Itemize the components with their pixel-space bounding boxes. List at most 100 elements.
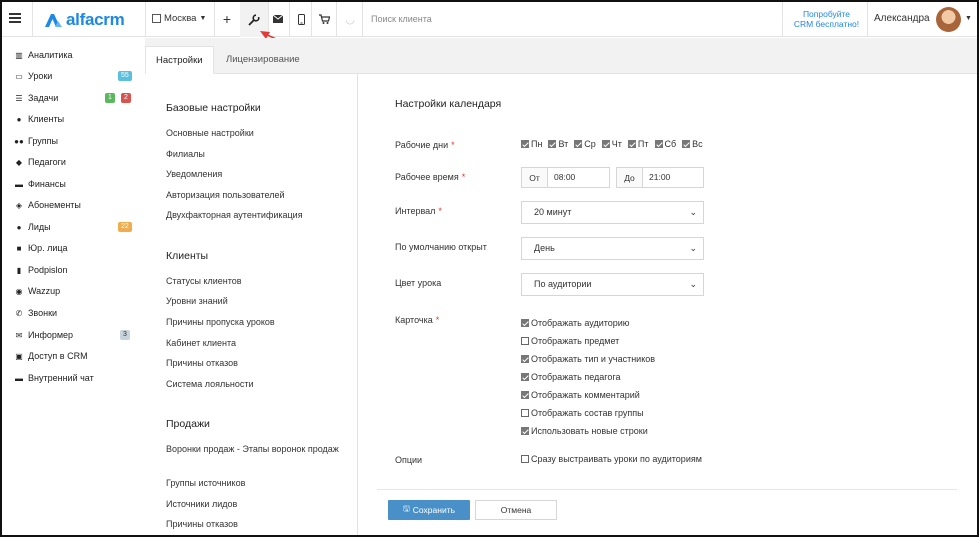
interval-select[interactable]: 20 минут ⌄: [521, 201, 704, 224]
weekday-checkbox[interactable]: Вс: [682, 139, 703, 149]
sidebar-item-groups[interactable]: ●● Группы: [14, 132, 136, 150]
card-option-checkbox[interactable]: Отображать педагога: [521, 368, 655, 386]
sidebar-item-leads[interactable]: ● Лиды 22: [14, 218, 136, 236]
checkbox-checked-icon[interactable]: [521, 140, 529, 148]
sidebar-item-teachers[interactable]: ◆ Педагоги: [14, 153, 136, 171]
settings-link[interactable]: Система лояльности: [166, 378, 341, 390]
avatar[interactable]: [936, 7, 961, 32]
building-icon: [152, 14, 161, 23]
to-value[interactable]: 21:00: [643, 168, 670, 187]
user-icon: ●: [16, 114, 22, 124]
sidebar-item-informer[interactable]: ✉ Информер 3: [14, 326, 136, 344]
sidebar-item-finance[interactable]: ▬ Финансы: [14, 175, 136, 193]
cancel-button[interactable]: Отмена: [475, 500, 557, 520]
settings-link[interactable]: Филиалы: [166, 148, 341, 160]
caret-down-icon: ▼: [199, 15, 207, 22]
cart-icon[interactable]: [317, 12, 331, 26]
tab-licensing[interactable]: Лицензирование: [216, 46, 310, 74]
settings-link[interactable]: Основные настройки: [166, 127, 341, 139]
search-input[interactable]: Поиск клиента: [371, 14, 432, 24]
checkbox-checked-icon[interactable]: [521, 355, 529, 363]
auto-arrange-checkbox[interactable]: Сразу выстраивать уроки по аудиториям: [521, 454, 702, 464]
divider: [362, 2, 363, 37]
sidebar-item-clients[interactable]: ● Клиенты: [14, 110, 136, 128]
sidebar-item-legal-entities[interactable]: ■ Юр. лица: [14, 239, 136, 257]
workdays-label: Рабочие дни *: [395, 140, 455, 150]
card-option-checkbox[interactable]: Отображать комментарий: [521, 386, 655, 404]
checkbox-checked-icon[interactable]: [521, 373, 529, 381]
menu-icon[interactable]: [9, 13, 21, 23]
sidebar-item-tasks[interactable]: ☰ Задачи 1 2: [14, 89, 136, 107]
count-badge: 55: [118, 71, 132, 81]
default-open-select[interactable]: День ⌄: [521, 237, 704, 260]
checkbox-checked-icon[interactable]: [548, 140, 557, 148]
checkbox-checked-icon[interactable]: [521, 427, 529, 435]
card-option-checkbox[interactable]: Отображать предмет: [521, 332, 655, 350]
settings-link[interactable]: Уровни знаний: [166, 295, 341, 307]
sidebar-item-wazzup[interactable]: ◉ Wazzup: [14, 282, 136, 300]
card-option-checkbox[interactable]: Использовать новые строки: [521, 422, 655, 440]
settings-link[interactable]: Источники лидов: [166, 498, 341, 510]
caret-down-icon[interactable]: ▼: [965, 15, 972, 22]
settings-link[interactable]: Статусы клиентов: [166, 275, 341, 287]
settings-link[interactable]: Кабинет клиента: [166, 337, 341, 349]
lesson-color-select[interactable]: По аудитории ⌄: [521, 273, 704, 296]
checkbox-unchecked-icon[interactable]: [521, 455, 529, 463]
count-badge: 1: [105, 93, 115, 103]
weekday-label: Чт: [611, 139, 622, 149]
settings-link[interactable]: Двухфакторная аутентификация: [166, 209, 341, 221]
weekday-checkbox[interactable]: Вт: [548, 139, 568, 149]
trial-link[interactable]: Попробуйте CRM бесплатно!: [789, 9, 864, 29]
settings-link[interactable]: Причины пропуска уроков: [166, 316, 341, 328]
calendar-icon: ▭: [15, 71, 23, 81]
checkbox-checked-icon[interactable]: [654, 140, 663, 148]
card-option-checkbox[interactable]: Отображать аудиторию: [521, 314, 655, 332]
checkbox-unchecked-icon[interactable]: [521, 409, 529, 417]
checkbox-checked-icon[interactable]: [521, 319, 529, 327]
lock-icon: ▣: [15, 351, 23, 361]
settings-link[interactable]: Воронки продаж - Этапы воронок продаж: [166, 443, 341, 455]
option-label: Отображать тип и участников: [531, 354, 656, 364]
weekday-label: Вт: [558, 139, 569, 149]
settings-link[interactable]: Причины отказов: [166, 518, 341, 530]
weekday-checkbox[interactable]: Пн: [521, 139, 542, 149]
settings-link[interactable]: Уведомления: [166, 168, 341, 180]
sidebar-item-calls[interactable]: ✆ Звонки: [14, 304, 136, 322]
sidebar-item-analytics[interactable]: ▥ Аналитика: [14, 46, 136, 64]
tab-settings[interactable]: Настройки: [145, 46, 214, 74]
sidebar-item-label: Юр. лица: [28, 243, 68, 253]
save-button[interactable]: 🖫 Сохранить: [388, 500, 470, 520]
checkbox-checked-icon[interactable]: [627, 140, 636, 148]
checkbox-checked-icon[interactable]: [574, 140, 583, 148]
sidebar-item-subscriptions[interactable]: ◈ Абонементы: [14, 196, 136, 214]
checkbox-unchecked-icon[interactable]: [521, 337, 529, 345]
calendar-settings-panel: Настройки календаря Рабочие дни * Пн Вт С…: [359, 74, 977, 535]
mobile-icon[interactable]: [294, 12, 308, 26]
chat-icon: ▬: [15, 373, 23, 383]
weekday-checkbox[interactable]: Ср: [574, 139, 596, 149]
sidebar-item-lessons[interactable]: ▭ Уроки 55: [14, 67, 136, 85]
count-badge: 3: [120, 330, 130, 340]
checkbox-checked-icon[interactable]: [521, 391, 529, 399]
from-value[interactable]: 08:00: [548, 168, 575, 187]
time-to-field[interactable]: До 21:00: [616, 167, 704, 188]
sidebar-item-internal-chat[interactable]: ▬ Внутренний чат: [14, 369, 136, 387]
settings-link[interactable]: Группы источников: [166, 477, 341, 489]
logo[interactable]: alfacrm: [43, 10, 125, 30]
settings-link[interactable]: Причины отказов: [166, 357, 341, 369]
envelope-icon[interactable]: [271, 12, 285, 26]
settings-link[interactable]: Авторизация пользователей: [166, 189, 341, 201]
sidebar-item-crm-access[interactable]: ▣ Доступ в CRM: [14, 347, 136, 365]
checkbox-checked-icon[interactable]: [601, 140, 610, 148]
user-name[interactable]: Александра: [874, 13, 930, 24]
card-option-checkbox[interactable]: Отображать состав группы: [521, 404, 655, 422]
checkbox-checked-icon[interactable]: [682, 140, 691, 148]
weekday-checkbox[interactable]: Пт: [627, 139, 649, 149]
weekday-checkbox[interactable]: Сб: [654, 139, 676, 149]
sidebar-item-podpislon[interactable]: ▮ Podpislon: [14, 261, 136, 279]
card-option-checkbox[interactable]: Отображать тип и участников: [521, 350, 655, 368]
time-from-field[interactable]: От 08:00: [521, 167, 610, 188]
plus-icon[interactable]: +: [220, 11, 234, 27]
weekday-checkbox[interactable]: Чт: [601, 139, 622, 149]
branch-selector[interactable]: Москва ▼: [152, 13, 206, 24]
